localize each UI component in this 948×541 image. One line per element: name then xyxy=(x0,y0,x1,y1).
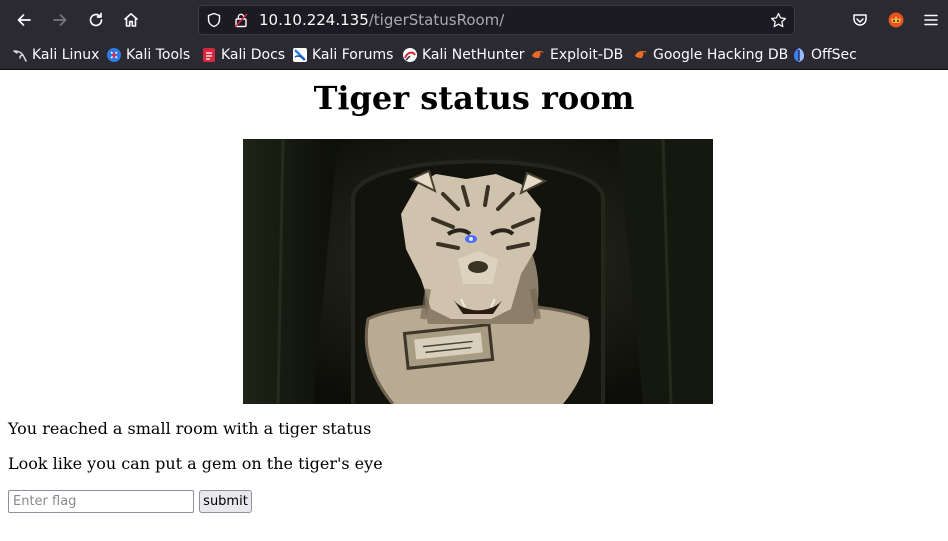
pocket-icon xyxy=(853,14,867,26)
ghdb-icon xyxy=(635,51,647,58)
room-description: You reached a small room with a tiger st… xyxy=(8,419,372,438)
bookmark-kali-nethunter[interactable]: Kali NetHunter xyxy=(402,45,524,65)
bookmark-offsec[interactable]: OffSec xyxy=(791,45,857,65)
shield-icon[interactable] xyxy=(206,12,222,28)
bookmark-star-icon[interactable] xyxy=(770,12,787,29)
exploit-db-icon xyxy=(532,51,544,58)
bookmark-kali-forums[interactable]: Kali Forums xyxy=(292,45,393,65)
bookmark-exploit-db[interactable]: Exploit-DB xyxy=(530,45,623,65)
flag-input[interactable] xyxy=(8,490,194,513)
hint-text: Look like you can put a gem on the tiger… xyxy=(8,454,383,473)
submit-button[interactable]: submit xyxy=(199,490,252,513)
kali-tools-icon xyxy=(107,48,121,62)
bookmarks-toolbar: Kali Linux Kali Tools Kali Docs Kali For… xyxy=(0,40,948,70)
kali-docs-icon xyxy=(203,48,215,62)
bookmark-label: Kali Docs xyxy=(221,47,286,63)
extension-fox-icon xyxy=(888,12,904,28)
bookmark-google-hacking-db[interactable]: Google Hacking DB xyxy=(633,45,788,65)
home-button[interactable] xyxy=(117,6,145,34)
hamburger-menu-icon xyxy=(924,14,938,26)
bookmark-label: Kali Linux xyxy=(32,47,100,63)
tiger-statue-illustration xyxy=(243,139,713,404)
pocket-button[interactable] xyxy=(846,6,874,34)
reload-button[interactable] xyxy=(82,6,110,34)
bookmark-kali-docs[interactable]: Kali Docs xyxy=(201,45,285,65)
kali-nethunter-icon xyxy=(403,48,417,62)
kali-forums-icon xyxy=(293,48,307,62)
bookmark-kali-tools[interactable]: Kali Tools xyxy=(106,45,190,65)
profile-button[interactable] xyxy=(882,6,910,34)
forward-button[interactable] xyxy=(46,6,74,34)
browser-toolbar: 10.10.224.135/tigerStatusRoom/ xyxy=(0,0,948,40)
arrow-right-icon xyxy=(53,14,67,26)
back-button[interactable] xyxy=(10,6,38,34)
insecure-lock-icon[interactable] xyxy=(233,12,249,28)
bookmark-label: Google Hacking DB xyxy=(653,47,789,63)
address-bar[interactable]: 10.10.224.135/tigerStatusRoom/ xyxy=(198,5,795,35)
bookmark-kali-linux[interactable]: Kali Linux xyxy=(12,45,99,65)
home-icon xyxy=(123,13,139,27)
offsec-icon xyxy=(794,48,804,62)
url-host: 10.10.224.135 xyxy=(259,11,369,29)
page-title: Tiger status room xyxy=(313,79,635,117)
url-text[interactable]: 10.10.224.135/tigerStatusRoom/ xyxy=(259,11,504,29)
arrow-left-icon xyxy=(17,14,31,26)
url-path: /tigerStatusRoom/ xyxy=(368,11,505,29)
tiger-statue-image xyxy=(243,139,713,404)
bookmark-label: Kali Forums xyxy=(312,47,394,63)
bookmark-label: Kali Tools xyxy=(126,47,191,63)
bookmark-label: OffSec xyxy=(811,47,857,63)
bookmark-label: Exploit-DB xyxy=(550,47,624,63)
reload-icon xyxy=(89,12,103,27)
menu-button[interactable] xyxy=(917,6,945,34)
bookmark-label: Kali NetHunter xyxy=(422,47,525,63)
kali-dragon-icon xyxy=(13,50,27,62)
